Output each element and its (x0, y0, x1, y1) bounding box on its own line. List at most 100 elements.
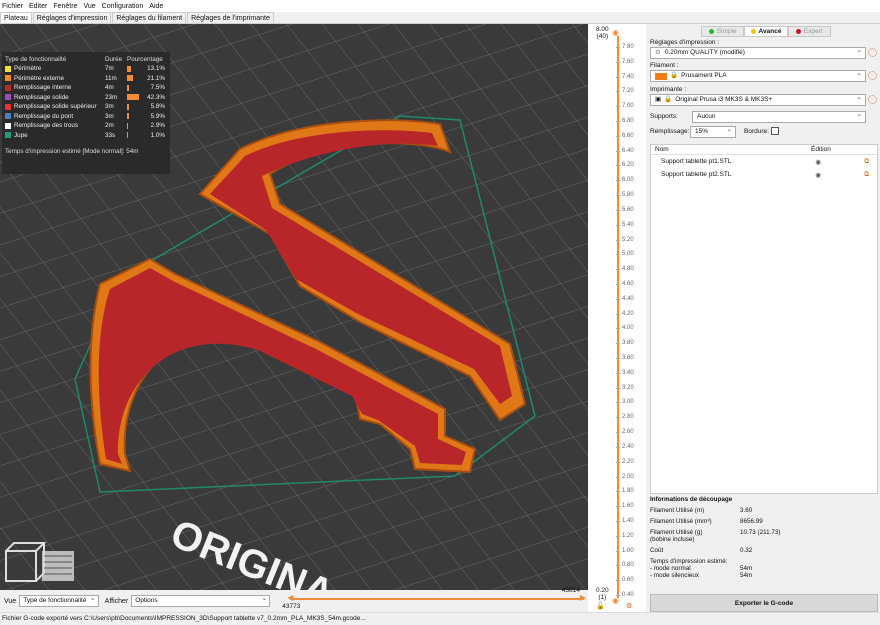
menu-item-1[interactable]: Editer (29, 3, 47, 10)
printer-combo[interactable]: ▣ 🔒 Original Prusa i3 MK3S & MK3S+ (650, 93, 866, 106)
printer-icon: ▣ (655, 96, 662, 103)
layer-tick-mark (616, 372, 620, 374)
lock-icon[interactable]: 🔓 (596, 602, 605, 610)
print-settings-combo[interactable]: ⚙ 0.20mm QUALITY (modifié) (650, 46, 866, 59)
view-type-select[interactable]: Type de fonctionnalité (19, 594, 99, 607)
layer-tick-mark (616, 506, 620, 508)
mode-0-button[interactable]: Simple (701, 26, 745, 37)
legend-item-name: Remplissage interne (5, 84, 105, 91)
layer-tick-label: 2.80 (622, 414, 634, 421)
status-bar: Fichier G-code exporté vers C:\Users\pb\… (0, 612, 880, 625)
filament-combo[interactable]: 🔒 Prusament PLA (650, 69, 866, 82)
legend-row[interactable]: Remplissage solide supérieur 3m 5.8% (5, 102, 167, 112)
3d-viewport[interactable]: ORIGINA Type de fonctionnalité Durée Pou… (0, 24, 588, 590)
edit-icon[interactable]: ⧉ (821, 171, 869, 179)
settings-icon[interactable]: ⚙ (626, 602, 632, 610)
legend-swatch (5, 94, 11, 101)
legend-item-bar (127, 122, 141, 129)
tab-2[interactable]: Réglages du filament (112, 12, 187, 23)
legend-item-percent: 5.8% (150, 103, 165, 111)
tab-0[interactable]: Plateau (0, 12, 32, 23)
layer-tick-mark (616, 298, 620, 300)
layer-tick-mark (616, 461, 620, 463)
slider-right-handle[interactable]: ▶ (580, 593, 586, 602)
layers-view-icon[interactable] (42, 551, 74, 581)
slider-left-handle[interactable]: ◀ (287, 593, 293, 602)
legend-row[interactable]: Remplissage interne 4m 7.5% (5, 83, 167, 93)
layer-bottom-handle[interactable]: ◉ (612, 596, 619, 605)
layer-tick-mark (616, 254, 620, 256)
menu-item-4[interactable]: Configuration (102, 3, 144, 10)
lock-icon: 🔒 (670, 72, 679, 79)
layer-tick-label: 1.80 (622, 488, 634, 495)
legend-row[interactable]: Remplissage du pont 3m 5.9% (5, 112, 167, 122)
infill-combo[interactable]: 15% (690, 125, 736, 138)
layer-tick-mark (616, 61, 620, 63)
mode-2-button[interactable]: Expert (787, 26, 831, 37)
print-settings-label: Réglages d'impression : (650, 39, 720, 46)
legend-item-bar (127, 113, 141, 120)
profile-icon: ⚙ (655, 49, 661, 56)
layer-tick-mark (616, 180, 620, 182)
eye-icon[interactable]: ◉ (761, 171, 821, 179)
menu-item-2[interactable]: Fenêtre (53, 3, 77, 10)
legend-row[interactable]: Périmètre externe 11m 21.1% (5, 74, 167, 84)
legend-swatch (5, 75, 11, 82)
objects-header-edit: Édition (811, 146, 831, 153)
legend-item-percent: 5.9% (150, 112, 165, 120)
mode-1-button[interactable]: Avancé (744, 26, 788, 37)
legend-header-percent: Pourcentage (127, 56, 163, 63)
tab-3[interactable]: Réglages de l'imprimante (187, 12, 274, 23)
object-row[interactable]: Support tablette pt2.STL ◉ ⧉ (651, 168, 877, 181)
supports-combo[interactable]: Aucun (692, 110, 866, 123)
object-row[interactable]: Support tablette pt1.STL ◉ ⧉ (651, 155, 877, 168)
legend-item-duration: 11m (105, 74, 117, 82)
layer-tick-mark (616, 476, 620, 478)
edit-icon[interactable]: ⧉ (821, 158, 869, 166)
layer-tick-label: 7.40 (622, 73, 634, 80)
tab-1[interactable]: Réglages d'impression (32, 12, 112, 23)
slice-info-value: 3.60 (740, 507, 753, 514)
layer-tick-label: 6.00 (622, 177, 634, 184)
filament-value: Prusament PLA (681, 72, 727, 79)
legend-item-duration: 23m (105, 93, 118, 101)
filament-gear-icon[interactable] (868, 71, 877, 80)
printer-gear-icon[interactable] (868, 95, 877, 104)
legend-item-duration: 3m (105, 112, 114, 120)
layer-tick-label: 6.40 (622, 147, 634, 154)
show-options-select[interactable]: Options (131, 594, 271, 607)
legend-row[interactable]: Jupe 33s 1.0% (5, 131, 167, 141)
legend-item-label: Remplissage des trous (14, 122, 79, 130)
object-list: Nom Édition Support tablette pt1.STL ◉ ⧉… (650, 144, 878, 494)
printer-label: Imprimante : (650, 86, 687, 93)
brim-label: Bordure: (744, 128, 769, 135)
print-settings-gear-icon[interactable] (868, 48, 877, 57)
legend-swatch (5, 103, 11, 110)
layer-slider[interactable]: 8.00 (40) ◉ 7.80 7.60 7.40 7.20 7.00 6.80 6.60… (588, 24, 646, 612)
legend-item-duration: 3m (105, 103, 114, 111)
export-gcode-button[interactable]: Exporter le G-code (650, 594, 878, 612)
legend-row[interactable]: Remplissage solide 23m 42.3% (5, 93, 167, 103)
layer-tick-label: 3.40 (622, 369, 634, 376)
layer-bottom-value: 0.20 (596, 587, 609, 594)
legend-item-bar (127, 132, 141, 139)
menu-item-3[interactable]: Vue (83, 3, 95, 10)
legend-item-label: Périmètre externe (14, 74, 65, 82)
layer-tick-mark (616, 150, 620, 152)
layer-tick-label: 0.40 (622, 592, 634, 598)
layer-tick-label: 2.20 (622, 458, 634, 465)
horizontal-slider[interactable]: 43814 ◀ ▶ 43773 (282, 587, 588, 611)
layer-tick-label: 3.00 (622, 399, 634, 406)
slice-info-title: Informations de découpage (650, 496, 733, 503)
layer-tick-label: 7.00 (622, 103, 634, 110)
menu-item-0[interactable]: Fichier (2, 3, 23, 10)
layer-top-value: 8.00 (596, 26, 609, 33)
brim-checkbox[interactable] (771, 127, 779, 135)
legend-header-duration: Durée (105, 56, 123, 63)
menu-item-5[interactable]: Aide (149, 3, 163, 10)
legend-row[interactable]: Périmètre 7m 13.1% (5, 64, 167, 74)
slice-info-value: 8656.99 (740, 518, 763, 525)
legend-row[interactable]: Remplissage des trous 2m 2.9% (5, 121, 167, 131)
layer-tick-mark (616, 432, 620, 434)
eye-icon[interactable]: ◉ (761, 158, 821, 166)
